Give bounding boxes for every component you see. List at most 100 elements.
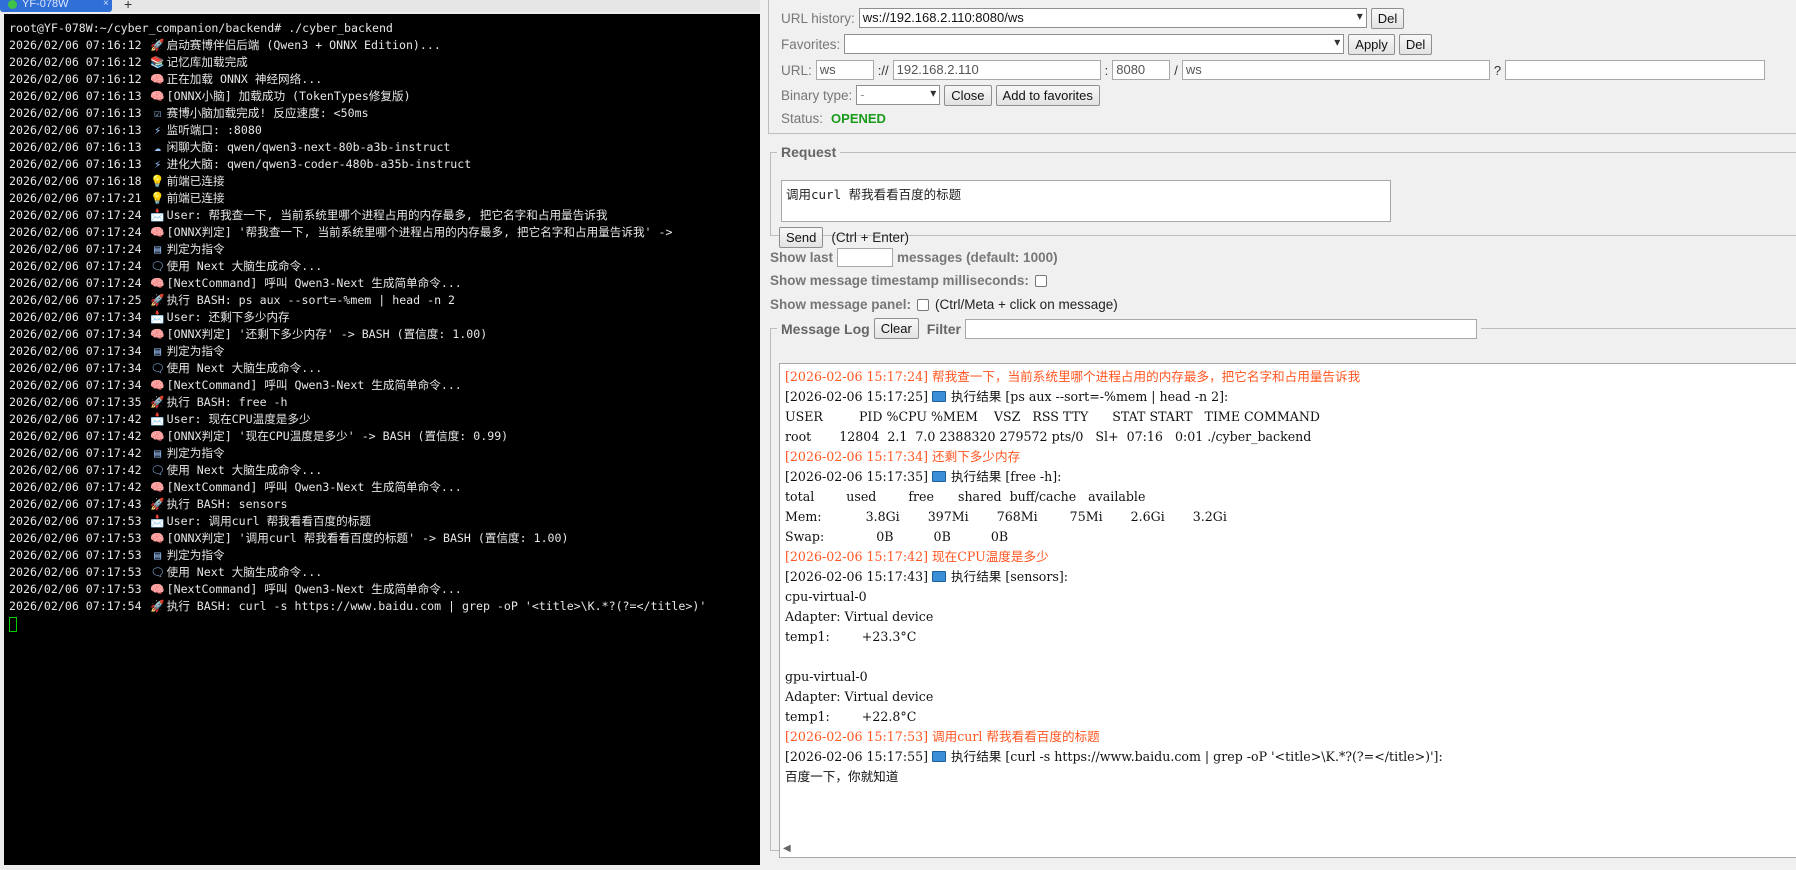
terminal-tab[interactable]: YF-078W × [0, 0, 112, 12]
terminal-line-message: 使用 Next 大脑生成命令... [166, 463, 323, 477]
terminal-line-timestamp: 2026/02/06 07:17:43 [9, 497, 149, 511]
received-message[interactable]: cpu-virtual-0 [785, 587, 1796, 607]
filter-input[interactable] [965, 318, 1478, 339]
status-value: OPENED [831, 110, 886, 126]
received-message[interactable]: [2026-02-06 15:17:25] 执行结果 [ps aux --sort… [785, 387, 1796, 407]
message-text: [2026-02-06 15:17:34] 还剩下多少内存 [785, 449, 1021, 464]
received-message[interactable]: [2026-02-06 15:17:55] 执行结果 [curl -s https… [785, 747, 1796, 767]
message-log-section: Message Log Clear Filter [2026-02-06 15:… [770, 318, 1796, 858]
favorites-label: Favorites: [781, 36, 841, 52]
close-icon[interactable]: × [103, 0, 109, 9]
url-history-del-button[interactable]: Del [1370, 7, 1405, 29]
url-query-input[interactable] [1505, 60, 1766, 80]
url-port-input[interactable]: 8080 [1112, 60, 1171, 80]
terminal-screen[interactable]: root@YF-078W:~/cyber_companion/backend# … [4, 14, 760, 865]
favorites-del-button[interactable]: Del [1398, 33, 1433, 55]
terminal-line-timestamp: 2026/02/06 07:17:53 [9, 514, 149, 528]
message-timestamp: [2026-02-06 15:17:25] [785, 389, 929, 404]
scroll-left-icon[interactable]: ◀ [783, 843, 791, 854]
received-message[interactable]: Adapter: Virtual device [785, 687, 1796, 707]
request-legend: Request [781, 144, 837, 160]
terminal-line-message: 判定为指令 [166, 242, 225, 256]
terminal-line-icon: 📩 [150, 412, 165, 426]
terminal-line-timestamp: 2026/02/06 07:16:13 [9, 140, 149, 154]
request-textarea[interactable]: 调用curl 帮我看看百度的标题 [781, 180, 1391, 222]
sent-message[interactable]: [2026-02-06 15:17:24] 帮我查一下，当前系统里哪个进程占用的… [785, 367, 1796, 387]
terminal-line-timestamp: 2026/02/06 07:16:12 [9, 72, 149, 86]
message-panel-hint: (Ctrl/Meta + click on message) [935, 297, 1118, 312]
binary-type-value: - [860, 87, 865, 102]
message-panel-label: Show message panel: [770, 297, 912, 312]
received-message[interactable]: USER PID %CPU %MEM VSZ RSS TTY STAT STAR… [785, 407, 1796, 427]
clear-log-button[interactable]: Clear [873, 318, 919, 339]
received-message[interactable] [785, 647, 1796, 667]
terminal-line-icon: 📩 [150, 310, 165, 324]
terminal-line-message: User: 帮我查一下, 当前系统里哪个进程占用的内存最多, 把它名字和占用量告… [166, 208, 608, 222]
url-history-select[interactable]: ws://192.168.2.110:8080/ws [858, 8, 1367, 28]
terminal-line-timestamp: 2026/02/06 07:17:42 [9, 463, 149, 477]
binary-type-select[interactable]: - [856, 85, 941, 105]
received-message[interactable]: temp1: +22.8°C [785, 707, 1796, 727]
terminal-line-timestamp: 2026/02/06 07:16:18 [9, 174, 149, 188]
received-message[interactable]: [2026-02-06 15:17:43] 执行结果 [sensors]: [785, 567, 1796, 587]
monitor-icon [932, 391, 947, 402]
terminal-line-timestamp: 2026/02/06 07:17:21 [9, 191, 149, 205]
terminal-line: 2026/02/06 07:16:13 ⚡ 进化大脑: qwen/qwen3-co… [9, 156, 760, 173]
favorites-select[interactable] [844, 34, 1345, 54]
terminal-line-timestamp: 2026/02/06 07:17:24 [9, 208, 149, 222]
url-scheme-input[interactable]: ws [815, 60, 874, 80]
terminal-line-icon: 🧠 [150, 276, 165, 290]
received-message[interactable]: Adapter: Virtual device [785, 607, 1796, 627]
url-host-input[interactable]: 192.168.2.110 [892, 60, 1101, 80]
terminal-line-message: 判定为指令 [166, 446, 225, 460]
terminal-line: 2026/02/06 07:17:42 🧠 [NextCommand] 呼叫 Qw… [9, 479, 760, 496]
terminal-line: 2026/02/06 07:16:18 💡 前端已连接 [9, 173, 760, 190]
message-panel-checkbox[interactable] [917, 298, 930, 311]
terminal-line-message: 进化大脑: qwen/qwen3-coder-480b-a35b-instruc… [166, 157, 472, 171]
timestamp-ms-label: Show message timestamp milliseconds: [770, 273, 1029, 288]
terminal-line-timestamp: 2026/02/06 07:17:24 [9, 276, 149, 290]
terminal-line: 2026/02/06 07:16:13 ☑ 赛博小脑加载完成! 反应速度: <50… [9, 105, 760, 122]
terminal-line-timestamp: 2026/02/06 07:17:24 [9, 259, 149, 273]
apply-favorite-button[interactable]: Apply [1348, 33, 1395, 55]
message-text: 百度一下，你就知道 [785, 769, 899, 784]
url-port-separator: : [1104, 62, 1109, 78]
terminal-line-message: 正在加载 ONNX 神经网络... [166, 72, 323, 86]
send-button[interactable]: Send [779, 227, 824, 248]
received-message[interactable]: total used free shared buff/cache availa… [785, 487, 1796, 507]
timestamp-ms-checkbox[interactable] [1034, 274, 1047, 287]
url-path-input[interactable]: ws [1181, 60, 1490, 80]
received-message[interactable]: Mem: 3.8Gi 397Mi 768Mi 75Mi 2.6Gi 3.2Gi [785, 507, 1796, 527]
terminal-line-icon: 🧠 [150, 225, 165, 239]
terminal-line-timestamp: 2026/02/06 07:17:34 [9, 310, 149, 324]
sent-message[interactable]: [2026-02-06 15:17:42] 现在CPU温度是多少 [785, 547, 1796, 567]
terminal-cursor [9, 617, 17, 632]
connected-status-icon [8, 0, 17, 9]
received-message[interactable]: gpu-virtual-0 [785, 667, 1796, 687]
terminal-line: 2026/02/06 07:16:12 📚 记忆库加载完成 [9, 54, 760, 71]
new-tab-button[interactable]: + [124, 0, 132, 12]
received-message[interactable]: root 12804 2.1 7.0 2388320 279572 pts/0 … [785, 427, 1796, 447]
sent-message[interactable]: [2026-02-06 15:17:34] 还剩下多少内存 [785, 447, 1796, 467]
terminal-line: 2026/02/06 07:17:24 🗨 使用 Next 大脑生成命令... [9, 258, 760, 275]
message-log-list[interactable]: [2026-02-06 15:17:24] 帮我查一下，当前系统里哪个进程占用的… [779, 363, 1796, 858]
add-to-favorites-button[interactable]: Add to favorites [995, 84, 1100, 106]
message-timestamp: [2026-02-06 15:17:35] [785, 469, 929, 484]
connection-section: URL history: ws://192.168.2.110:8080/ws … [768, 0, 1796, 134]
received-message[interactable]: [2026-02-06 15:17:35] 执行结果 [free -h]: [785, 467, 1796, 487]
received-message[interactable]: Swap: 0B 0B 0B [785, 527, 1796, 547]
terminal-tab-bar: YF-078W × + [0, 0, 760, 12]
terminal-line-timestamp: 2026/02/06 07:17:34 [9, 344, 149, 358]
close-connection-button[interactable]: Close [944, 84, 992, 106]
status-label: Status: [781, 110, 824, 126]
terminal-line-message: User: 还剩下多少内存 [166, 310, 290, 324]
terminal-line-message: 执行 BASH: curl -s https://www.baidu.com |… [166, 599, 707, 613]
terminal-line-icon: 💡 [150, 191, 165, 205]
received-message[interactable]: 百度一下，你就知道 [785, 767, 1796, 787]
show-last-input[interactable] [837, 248, 894, 267]
sent-message[interactable]: [2026-02-06 15:17:53] 调用curl 帮我看看百度的标题 [785, 727, 1796, 747]
terminal-line-icon: ▤ [154, 344, 162, 358]
terminal-line: 2026/02/06 07:17:54 🚀 执行 BASH: curl -s ht… [9, 598, 760, 615]
received-message[interactable]: temp1: +23.3°C [785, 627, 1796, 647]
terminal-line-timestamp: 2026/02/06 07:17:34 [9, 378, 149, 392]
